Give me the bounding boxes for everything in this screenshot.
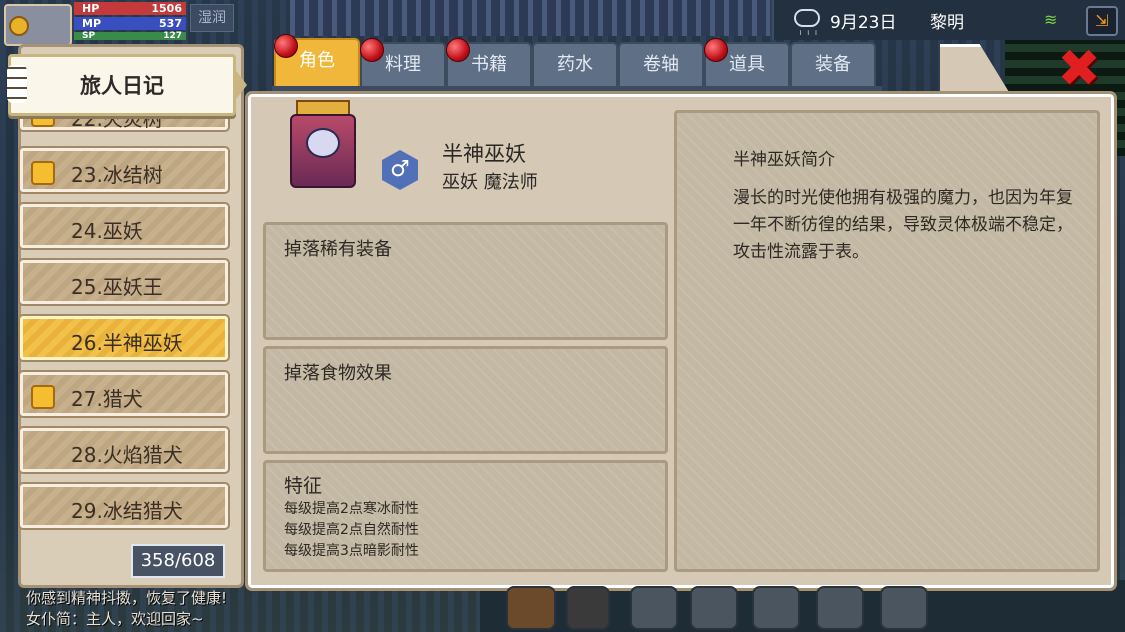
rare-drops-box: 掉落稀有装备 [263, 222, 668, 340]
notification-dot-icon [274, 34, 298, 58]
status-tag: 湿润 [190, 4, 234, 32]
tab-notch [233, 67, 247, 103]
sp-value: 127 [163, 31, 182, 41]
intro-text: 漫长的时光使他拥有极强的魔力，也因为年复一年不断彷徨的结果，导致灵体极端不稳定，… [733, 188, 1073, 262]
player-hud: HP 1506 MP 537 SP 127 湿润 [0, 0, 240, 46]
notification-dot-icon [360, 38, 384, 62]
traits-box: 特征 每级提高2点寒冰耐性 每级提高2点自然耐性 每级提高3点暗影耐性 [263, 460, 668, 572]
list-item-selected[interactable]: 26.半神巫妖 [18, 314, 230, 362]
player-portrait[interactable] [4, 4, 72, 46]
tab-books[interactable]: 书籍 [446, 38, 532, 86]
tab-label: 角色 [299, 50, 335, 71]
tab-cooking[interactable]: 料理 [360, 38, 446, 86]
hotbar [496, 584, 1066, 632]
list-item-label: 28.火焰猎犬 [71, 443, 183, 467]
notification-dot-icon [704, 38, 728, 62]
tab-equipment[interactable]: 装备 [790, 42, 876, 86]
monster-tags: 巫妖 魔法师 [442, 172, 538, 193]
tab-label: 药水 [557, 54, 593, 75]
gold-coin-icon [9, 16, 29, 36]
mp-value: 537 [159, 17, 182, 30]
intro-box: 半神巫妖简介 漫长的时光使他拥有极强的魔力，也因为年复一年不断彷徨的结果，导致灵… [674, 110, 1100, 572]
list-item-label: 27.猎犬 [71, 387, 143, 411]
shield-skill-icon[interactable] [752, 586, 800, 630]
trait-item: 每级提高2点自然耐性 [284, 522, 419, 538]
intro-title: 半神巫妖简介 [733, 150, 835, 170]
tab-character[interactable]: 角色 [274, 34, 360, 86]
monster-sprite [280, 100, 364, 190]
category-tabs: 角色 料理 书籍 药水 卷轴 道具 装备 [272, 34, 882, 90]
rare-drops-header: 掉落稀有装备 [284, 239, 392, 260]
hp-bar: HP 1506 [74, 2, 186, 15]
item-slot-icon[interactable] [566, 586, 610, 630]
traits-header: 特征 [284, 475, 323, 497]
tab-label: 道具 [729, 54, 765, 75]
tab-potions[interactable]: 药水 [532, 42, 618, 86]
top-status-bar: ╷╷╷ 9月23日 黎明 ≋ ⇲ [772, 0, 1125, 40]
claw-skill-icon[interactable] [690, 586, 738, 630]
notification-dot-icon [446, 38, 470, 62]
sp-bar: SP 127 [74, 31, 186, 41]
trait-item: 每级提高3点暗影耐性 [284, 543, 419, 559]
info-skill-icon[interactable] [880, 586, 928, 630]
tab-label: 装备 [815, 54, 851, 75]
hp-label: HP [82, 2, 100, 15]
heal-skill-icon[interactable] [630, 586, 678, 630]
chat-line: 女仆简：主人，欢迎回家~ [26, 610, 204, 628]
collected-gem-icon [31, 161, 55, 185]
list-item-label: 23.冰结树 [71, 163, 163, 187]
list-item-label: 25.巫妖王 [71, 275, 163, 299]
mp-bar: MP 537 [74, 17, 186, 30]
list-item-label: 29.冰结猎犬 [71, 499, 183, 523]
backpack-icon[interactable] [506, 586, 556, 630]
list-item[interactable]: 29.冰结猎犬 [18, 482, 230, 530]
journal-title: 旅人日记 [80, 74, 164, 98]
time-of-day-label: 黎明 [930, 13, 964, 33]
tab-label: 书籍 [471, 54, 507, 75]
collected-gem-icon [31, 385, 55, 409]
monster-name: 半神巫妖 [442, 142, 526, 166]
hp-value: 1506 [151, 2, 182, 15]
mp-label: MP [82, 17, 102, 30]
list-item[interactable]: 23.冰结树 [18, 146, 230, 194]
list-item[interactable]: 25.巫妖王 [18, 258, 230, 306]
list-item[interactable]: 27.猎犬 [18, 370, 230, 418]
exit-button[interactable]: ⇲ [1086, 6, 1118, 36]
close-button[interactable]: ✖ [1054, 43, 1104, 95]
background-fence [290, 0, 770, 36]
list-item[interactable]: 24.巫妖 [18, 202, 230, 250]
journal-title-tab: 旅人日记 [7, 54, 247, 116]
trait-item: 每级提高2点寒冰耐性 [284, 501, 419, 517]
tab-label: 卷轴 [643, 54, 679, 75]
traits-list: 每级提高2点寒冰耐性 每级提高2点自然耐性 每级提高3点暗影耐性 [284, 499, 419, 562]
rain-drops-icon: ╷╷╷ [798, 26, 822, 35]
sprite-face [306, 128, 340, 158]
sword-skill-icon[interactable] [816, 586, 864, 630]
list-item-label: 24.巫妖 [71, 219, 143, 243]
sp-label: SP [82, 31, 96, 41]
tab-label: 料理 [385, 54, 421, 75]
food-drops-box: 掉落食物效果 [263, 346, 668, 454]
chat-line: 你感到精神抖擞，恢复了健康! [26, 589, 228, 607]
date-label: 9月23日 [830, 13, 897, 33]
wifi-icon: ≋ [1044, 10, 1058, 29]
tab-items[interactable]: 道具 [704, 38, 790, 86]
collection-counter: 358/608 [131, 544, 225, 578]
tab-scrolls[interactable]: 卷轴 [618, 42, 704, 86]
rain-cloud-icon [794, 9, 820, 27]
list-item-label: 26.半神巫妖 [71, 331, 183, 355]
food-drops-header: 掉落食物效果 [284, 363, 392, 384]
list-item[interactable]: 28.火焰猎犬 [18, 426, 230, 474]
chat-log: 你感到精神抖擞，恢复了健康! 女仆简：主人，欢迎回家~ [26, 588, 227, 630]
